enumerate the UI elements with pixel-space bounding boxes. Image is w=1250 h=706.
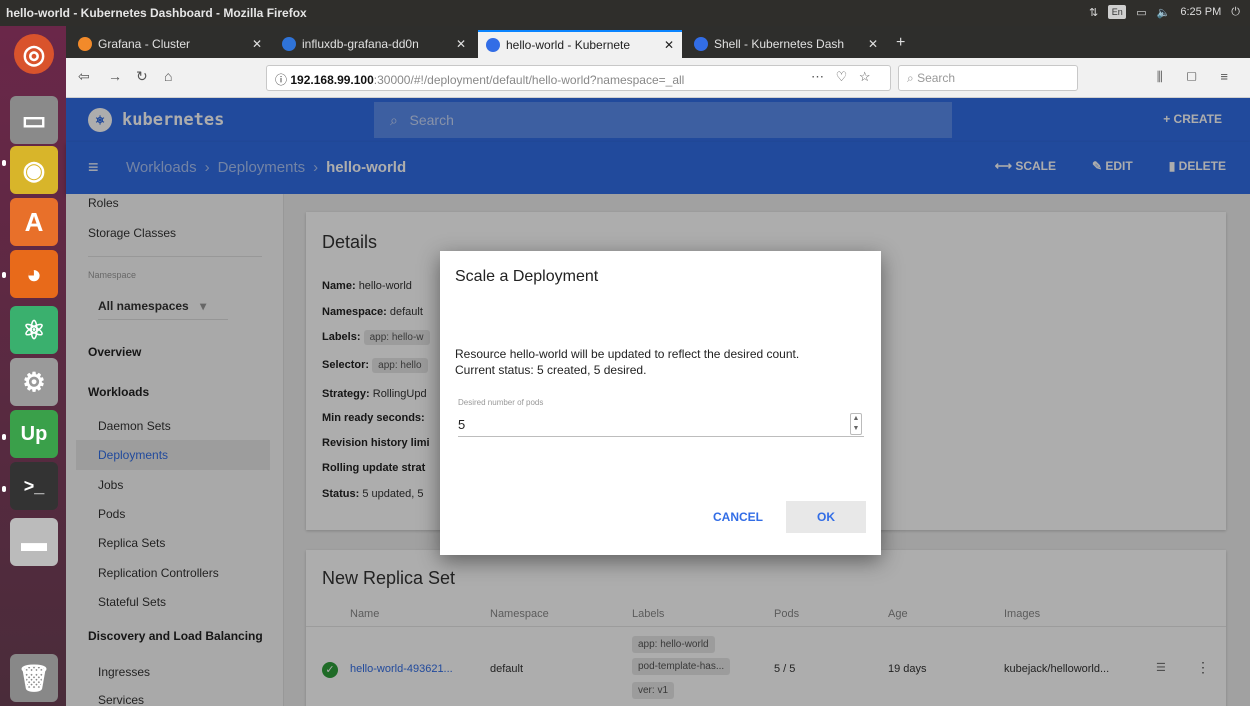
influxdb-favicon-icon (282, 37, 296, 51)
back-icon[interactable]: ⇦ (78, 68, 90, 85)
network-icon[interactable]: ⇅ (1089, 6, 1098, 19)
search-icon: ⌕ (907, 71, 914, 85)
desired-pods-label: Desired number of pods (458, 398, 544, 407)
close-tab-icon[interactable]: ✕ (456, 37, 466, 51)
close-tab-icon[interactable]: ✕ (664, 38, 674, 52)
number-stepper-icon[interactable]: ▲ ▼ (850, 413, 862, 435)
software-center-icon[interactable]: A (10, 198, 58, 246)
scale-dialog: Scale a Deployment Resource hello-world … (440, 251, 881, 555)
chrome-icon[interactable]: ◉ (10, 146, 58, 194)
grafana-favicon-icon (78, 37, 92, 51)
system-tray[interactable]: ⇅ En ▭ 🔈 6:25 PM ⏻ (1089, 5, 1240, 19)
terminal-icon[interactable]: >_ (10, 462, 58, 510)
window-title: hello-world - Kubernetes Dashboard - Moz… (6, 6, 307, 20)
battery-icon[interactable]: ▭ (1136, 6, 1146, 19)
dialog-message: Resource hello-world will be updated to … (455, 347, 800, 377)
running-indicator (2, 486, 6, 492)
url-bar[interactable]: ⓘ 192.168.99.100:30000/#!/deployment/def… (266, 65, 891, 91)
kubernetes-favicon-icon (486, 38, 500, 52)
settings-icon[interactable]: ⚙ (10, 358, 58, 406)
tab-shell[interactable]: Shell - Kubernetes Dash ✕ (686, 30, 886, 58)
browser-search-input[interactable]: ⌕ Search (898, 65, 1078, 91)
tab-hello-world[interactable]: hello-world - Kubernete ✕ (478, 30, 682, 58)
info-icon[interactable]: ⓘ (275, 73, 287, 87)
browser-tab-bar: Grafana - Cluster ✕ influxdb-grafana-dd0… (66, 26, 1250, 58)
reload-icon[interactable]: ↻ (136, 68, 148, 85)
forward-icon[interactable]: → (108, 68, 122, 84)
files-icon[interactable]: ▭ (10, 96, 58, 144)
page-actions-icon[interactable]: ⋯ ♡ ☆ (811, 69, 875, 85)
trash-icon[interactable]: 🗑 (10, 654, 58, 702)
tab-influxdb[interactable]: influxdb-grafana-dd0n ✕ (274, 30, 474, 58)
library-icon[interactable]: ⫼ ▢ ≡ (1157, 69, 1238, 85)
volume-icon[interactable]: 🔈 (1157, 6, 1171, 19)
drive-icon[interactable]: ▬ (10, 518, 58, 566)
new-tab-icon[interactable]: + (896, 34, 905, 52)
ok-button[interactable]: OK (786, 501, 866, 533)
upwork-icon[interactable]: Up (10, 410, 58, 458)
browser-nav-bar: ⇦ → ↻ ⌂ ⓘ 192.168.99.100:30000/#!/deploy… (66, 58, 1250, 98)
tab-grafana[interactable]: Grafana - Cluster ✕ (70, 30, 270, 58)
desired-pods-input[interactable] (458, 413, 864, 437)
running-indicator (2, 434, 6, 440)
cancel-button[interactable]: CANCEL (702, 501, 774, 533)
dialog-title: Scale a Deployment (455, 268, 599, 285)
power-icon[interactable]: ⏻ (1231, 6, 1240, 19)
app-launcher: ◎ ▭ ◉ A ◕ ⚛ ⚙ Up >_ ▬ 🗑 (0, 26, 66, 706)
running-indicator (2, 160, 6, 166)
firefox-icon[interactable]: ◕ (10, 250, 58, 298)
clock[interactable]: 6:25 PM (1180, 6, 1221, 18)
atom-icon[interactable]: ⚛ (10, 306, 58, 354)
os-top-bar: hello-world - Kubernetes Dashboard - Moz… (0, 0, 1250, 26)
running-indicator (2, 272, 6, 278)
home-icon[interactable]: ⌂ (164, 68, 172, 84)
kubernetes-favicon-icon (694, 37, 708, 51)
keyboard-layout-indicator[interactable]: En (1108, 5, 1127, 19)
close-tab-icon[interactable]: ✕ (252, 37, 262, 51)
close-tab-icon[interactable]: ✕ (868, 37, 878, 51)
ubuntu-dash-icon[interactable]: ◎ (14, 34, 54, 74)
